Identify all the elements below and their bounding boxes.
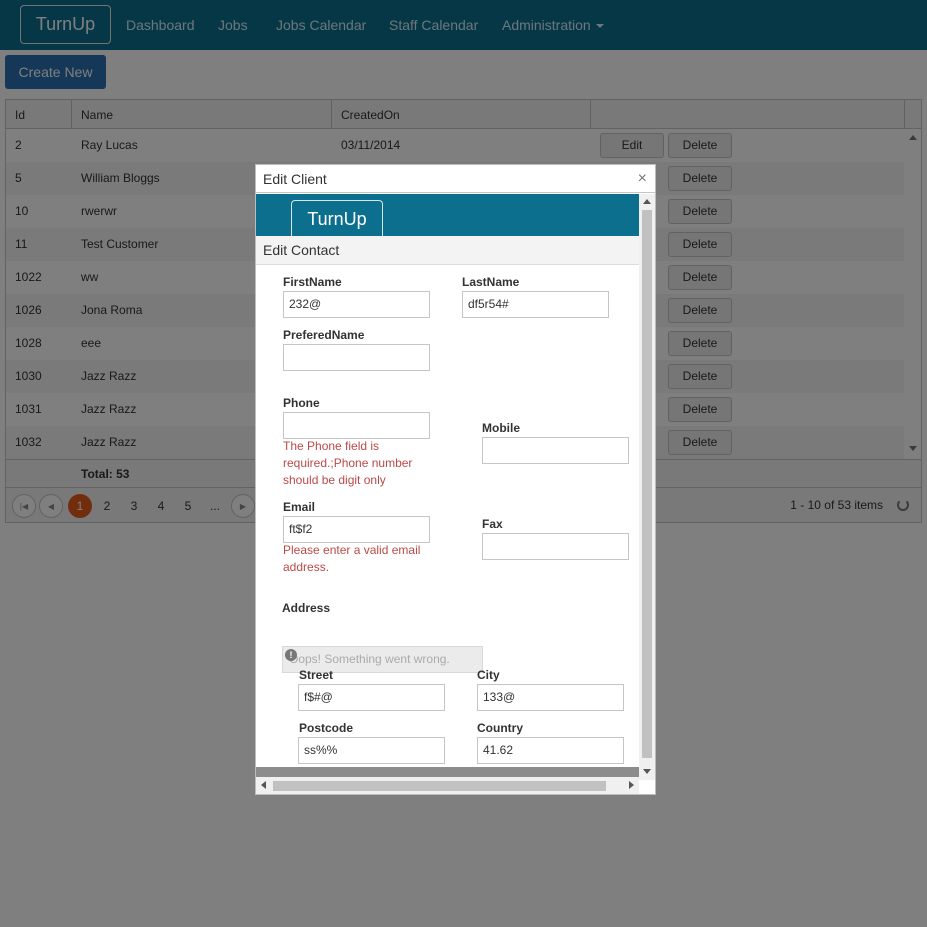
email-error-line: Please enter a valid email <box>283 543 421 557</box>
inner-navbar: TurnUp <box>256 194 639 236</box>
preferedname-field[interactable] <box>283 344 430 371</box>
scroll-down-icon[interactable] <box>643 769 651 774</box>
fax-label: Fax <box>482 517 503 531</box>
scroll-up-icon[interactable] <box>643 199 651 204</box>
dialog-horizontal-scrollbar[interactable] <box>256 777 639 794</box>
edit-contact-title: Edit Contact <box>256 236 639 265</box>
edit-client-dialog: Edit Client × TurnUp Edit Contact FirstN… <box>255 164 656 795</box>
country-field[interactable]: 41.62 <box>477 737 624 764</box>
warning-icon: ! <box>285 649 297 661</box>
close-icon[interactable]: × <box>638 165 647 193</box>
dialog-title: Edit Client × <box>256 165 655 193</box>
fax-field[interactable] <box>482 533 629 560</box>
scrollbar-thumb[interactable] <box>273 781 606 791</box>
dialog-vertical-scrollbar[interactable] <box>639 194 655 780</box>
email-error: Please enter a valid email address. <box>283 542 453 576</box>
city-label: City <box>477 668 500 682</box>
mobile-label: Mobile <box>482 421 520 435</box>
street-label: Street <box>299 668 334 682</box>
phone-error-line: should be digit only <box>283 473 386 487</box>
country-label: Country <box>477 721 523 735</box>
email-field[interactable]: ft$f2 <box>283 516 430 543</box>
email-label: Email <box>283 500 316 514</box>
city-field[interactable]: 133@ <box>477 684 624 711</box>
frame-bottom-band <box>256 767 639 777</box>
phone-error: The Phone field is required.;Phone numbe… <box>283 438 443 489</box>
street-field[interactable]: f$#@ <box>298 684 445 711</box>
phone-field[interactable] <box>283 412 430 439</box>
phone-error-line: required.;Phone number <box>283 456 413 470</box>
address-label: Address <box>282 601 331 615</box>
edit-contact-frame: TurnUp Edit Contact FirstName 232@ LastN… <box>256 194 655 780</box>
scrollbar-thumb[interactable] <box>642 210 652 758</box>
lastname-field[interactable]: df5r54# <box>462 291 609 318</box>
dialog-title-text: Edit Client <box>263 171 327 187</box>
firstname-field[interactable]: 232@ <box>283 291 430 318</box>
firstname-label: FirstName <box>283 275 342 289</box>
phone-error-line: The Phone field is <box>283 439 380 453</box>
mobile-field[interactable] <box>482 437 629 464</box>
address-error-text: Oops! Something went wrong. <box>289 652 450 666</box>
scroll-right-icon[interactable] <box>629 781 634 789</box>
phone-label: Phone <box>283 396 320 410</box>
email-error-line: address. <box>283 560 330 574</box>
postcode-field[interactable]: ss%% <box>298 737 445 764</box>
preferedname-label: PreferedName <box>283 328 365 342</box>
scroll-left-icon[interactable] <box>261 781 266 789</box>
lastname-label: LastName <box>462 275 520 289</box>
postcode-label: Postcode <box>299 721 354 735</box>
inner-brand-logo[interactable]: TurnUp <box>291 200 383 236</box>
